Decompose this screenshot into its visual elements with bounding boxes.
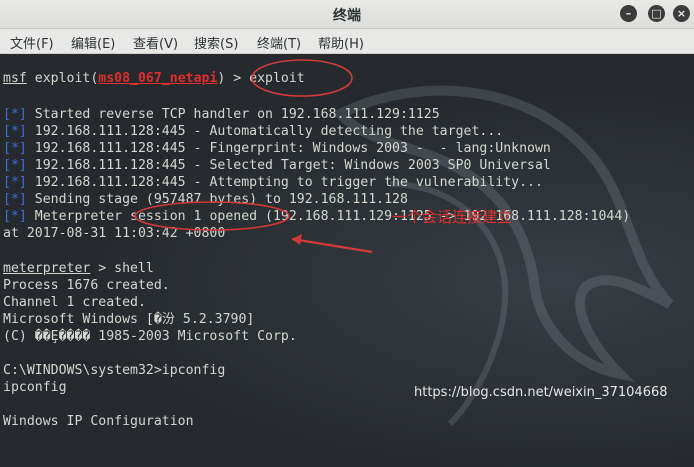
session-circle-mark	[134, 201, 290, 231]
annotation-arrow-head	[292, 234, 302, 245]
blog-watermark: https://blog.csdn.net/weixin_37104668	[414, 385, 668, 400]
exploit-circle-mark	[251, 59, 353, 97]
annotation-arrow	[291, 237, 373, 254]
annotation-label: 一个会话连接建立	[392, 208, 513, 226]
